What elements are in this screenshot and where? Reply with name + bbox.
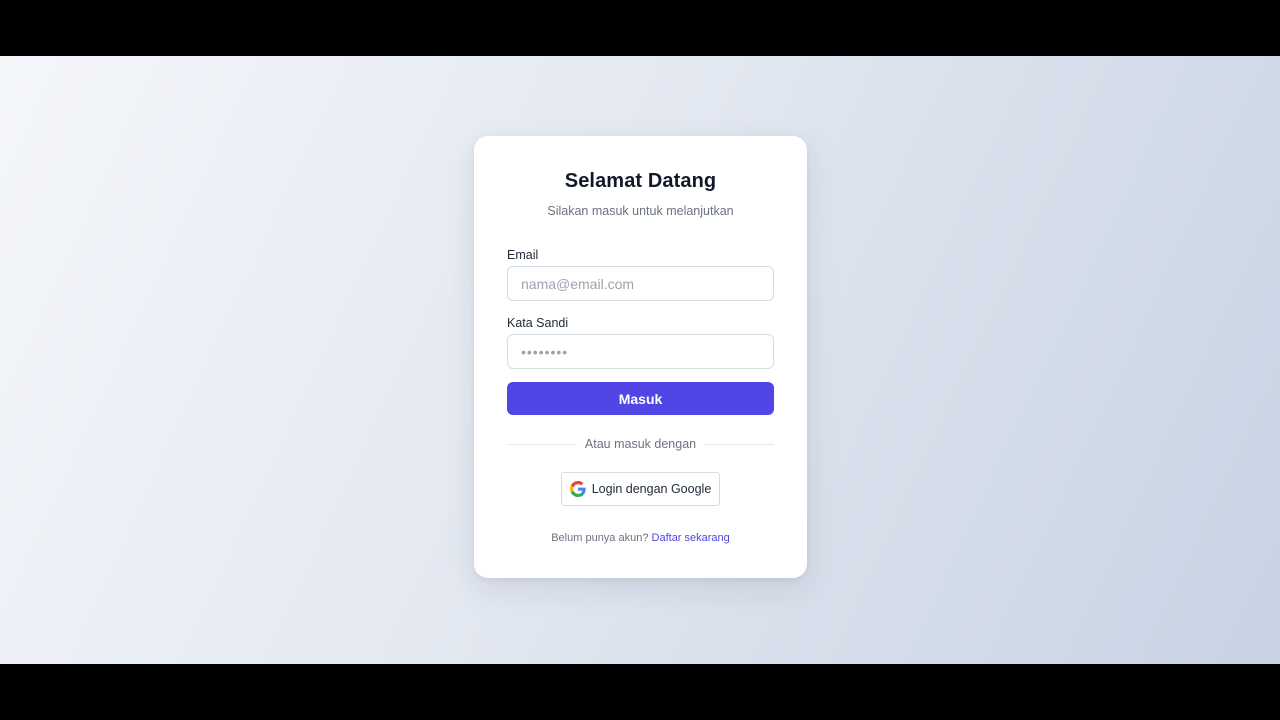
google-login-button[interactable]: Login dengan Google [561, 472, 720, 506]
signup-prompt-text: Belum punya akun? [551, 532, 649, 544]
divider-line-right [704, 443, 775, 445]
password-label: Kata Sandi [507, 316, 569, 330]
divider-line-left [507, 443, 577, 445]
email-field[interactable] [507, 266, 774, 301]
password-field[interactable] [507, 334, 774, 369]
alt-login-divider: Atau masuk dengan [507, 435, 775, 453]
divider-text: Atau masuk dengan [584, 437, 697, 451]
google-login-label: Login dengan Google [591, 482, 712, 496]
signup-link[interactable]: Daftar sekarang [652, 532, 730, 544]
page-title: Selamat Datang [564, 170, 717, 192]
page-background: Selamat Datang Silakan masuk untuk melan… [0, 56, 1280, 664]
email-label: Email [507, 248, 539, 262]
letterbox-top [0, 0, 1280, 56]
google-icon [569, 481, 586, 497]
login-card: Selamat Datang Silakan masuk untuk melan… [474, 136, 807, 578]
page-subtitle: Silakan masuk untuk melanjutkan [547, 204, 734, 218]
signup-prompt: Belum punya akun? Daftar sekarang [474, 532, 807, 544]
login-button[interactable]: Masuk [507, 382, 774, 415]
letterbox-bottom [0, 664, 1280, 720]
